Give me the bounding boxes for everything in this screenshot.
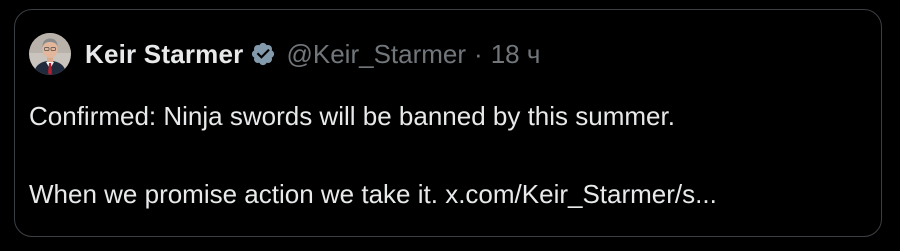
author-name[interactable]: Keir Starmer bbox=[85, 39, 243, 70]
tweet-timestamp[interactable]: 18 ч bbox=[491, 39, 541, 70]
tweet-text-line-2: When we promise action we take it. x.com… bbox=[29, 174, 869, 214]
quoted-tweet-card[interactable]: Keir Starmer @Keir_Starmer · 18 ч Confir… bbox=[14, 9, 882, 237]
header-separator: · bbox=[474, 38, 483, 69]
avatar-image bbox=[29, 33, 71, 75]
tweet-header: Keir Starmer @Keir_Starmer · 18 ч bbox=[29, 33, 541, 75]
verified-badge-icon bbox=[250, 41, 276, 67]
tweet-text-line-1: Confirmed: Ninja swords will be banned b… bbox=[29, 101, 675, 131]
tweet-text-line-2-prefix: When we promise action we take it. bbox=[29, 179, 438, 209]
author-avatar[interactable] bbox=[29, 33, 71, 75]
tweet-body: Confirmed: Ninja swords will be banned b… bbox=[29, 96, 869, 214]
author-handle[interactable]: @Keir_Starmer bbox=[286, 39, 466, 70]
tweet-link[interactable]: x.com/Keir_Starmer/s... bbox=[445, 179, 717, 209]
